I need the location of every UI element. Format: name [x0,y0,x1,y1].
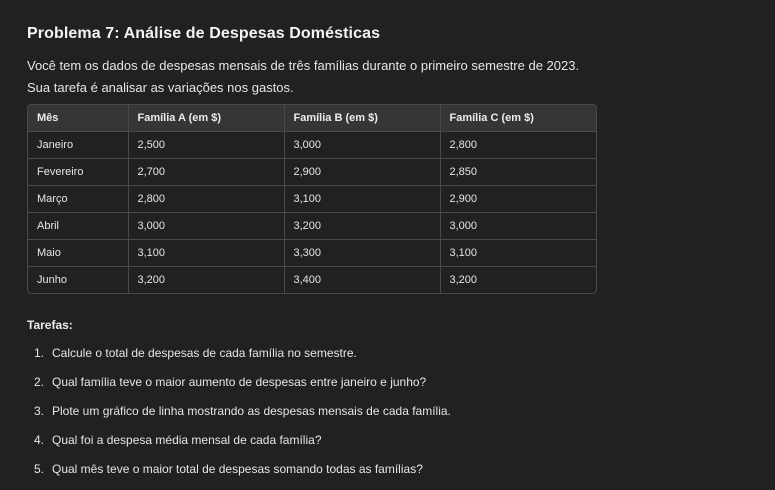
list-item-number: 2. [34,375,45,389]
table-row: Janeiro 2,500 3,000 2,800 [28,131,596,159]
header-family-a: Família A (em $) [127,105,284,132]
header-family-c: Família C (em $) [439,105,596,132]
tasks-list: 1. Calcule o total de despesas de cada fa… [27,345,597,477]
list-item: 1. Calcule o total de despesas de cada fa… [34,345,597,361]
list-item: 3. Plote um gráfico de linha mostrando as… [34,403,597,419]
list-item-text: Qual família teve o maior aumento de des… [52,375,427,389]
cell-month: Março [28,185,128,213]
list-item-text: Qual mês teve o maior total de despesas … [52,462,423,476]
header-family-b: Família B (em $) [283,105,440,132]
expenses-table: Mês Família A (em $) Família B (em $) Fa… [28,105,596,293]
cell-family-c: 2,850 [439,158,596,186]
cell-family-a: 2,700 [127,158,284,186]
cell-family-b: 3,100 [283,185,440,213]
list-item-text: Calcule o total de despesas de cada famí… [52,346,357,360]
cell-family-a: 3,200 [127,266,284,293]
cell-family-a: 2,500 [127,131,284,159]
cell-month: Junho [28,266,128,293]
cell-family-b: 3,400 [283,266,440,293]
cell-family-a: 2,800 [127,185,284,213]
cell-family-b: 3,200 [283,212,440,240]
cell-family-c: 3,200 [439,266,596,293]
cell-family-a: 3,000 [127,212,284,240]
header-month: Mês [28,105,128,132]
cell-family-b: 3,000 [283,131,440,159]
list-item-text: Qual foi a despesa média mensal de cada … [52,433,322,447]
cell-month: Janeiro [28,131,128,159]
table-row: Abril 3,000 3,200 3,000 [28,212,596,240]
list-item-number: 1. [34,346,45,360]
cell-family-c: 2,800 [439,131,596,159]
cell-month: Fevereiro [28,158,128,186]
list-item-number: 4. [34,433,45,447]
list-item: 4. Qual foi a despesa média mensal de cad… [34,432,597,448]
cell-family-c: 3,000 [439,212,596,240]
cell-family-c: 2,900 [439,185,596,213]
message-content: Problema 7: Análise de Despesas Doméstic… [27,22,597,490]
table-header-row: Mês Família A (em $) Família B (em $) Fa… [28,105,596,132]
problem-intro: Você tem os dados de despesas mensais de… [27,58,580,95]
cell-family-a: 3,100 [127,239,284,267]
list-item: 5. Qual mês teve o maior total de despesa… [34,461,597,477]
cell-family-b: 3,300 [283,239,440,267]
list-item-number: 5. [34,462,45,476]
table-row: Junho 3,200 3,400 3,200 [28,266,596,293]
expenses-table-container: Mês Família A (em $) Família B (em $) Fa… [27,104,597,294]
list-item-text: Plote um gráfico de linha mostrando as d… [52,404,451,418]
cell-family-c: 3,100 [439,239,596,267]
cell-month: Maio [28,239,128,267]
problem-title: Problema 7: Análise de Despesas Doméstic… [27,25,381,42]
tasks-heading: Tarefas: [27,318,73,332]
list-item-number: 3. [34,404,45,418]
table-row: Março 2,800 3,100 2,900 [28,185,596,213]
list-item: 2. Qual família teve o maior aumento de d… [34,374,597,390]
cell-family-b: 2,900 [283,158,440,186]
table-row: Fevereiro 2,700 2,900 2,850 [28,158,596,186]
cell-month: Abril [28,212,128,240]
table-row: Maio 3,100 3,300 3,100 [28,239,596,267]
